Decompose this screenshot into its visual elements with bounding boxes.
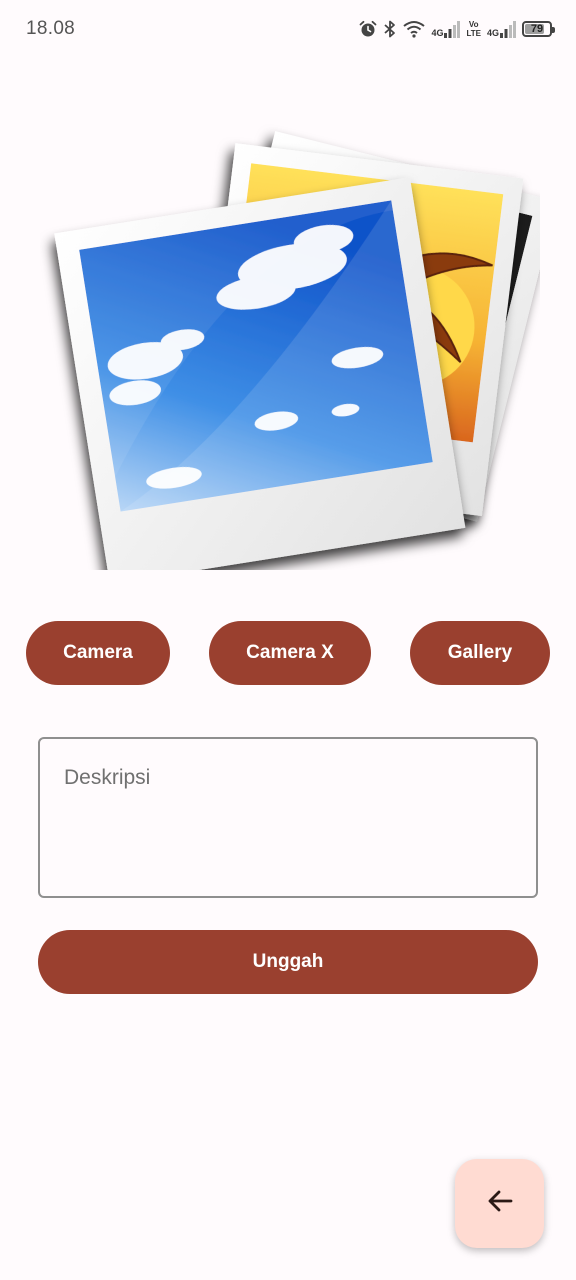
camera-x-button[interactable]: Camera X: [209, 621, 371, 685]
signal-icon: [500, 21, 516, 38]
photo-stack-image: [54, 131, 557, 585]
wifi-icon: [403, 20, 426, 38]
signal-group-1: 4G: [431, 20, 461, 38]
signal-icon: [444, 21, 461, 38]
status-icons: 4G Vo LTE 4G 79: [359, 16, 555, 42]
image-preview: [40, 120, 557, 585]
battery-icon: 79: [522, 21, 555, 37]
description-placeholder: Deskripsi: [64, 766, 151, 789]
back-fab[interactable]: [455, 1159, 544, 1248]
status-bar: 18.08 4G Vo LTE 4G 79: [0, 0, 576, 58]
battery-level: 79: [530, 23, 544, 35]
gallery-button[interactable]: Gallery: [410, 621, 550, 685]
network-type-label: 4G: [431, 28, 444, 38]
arrow-back-icon: [485, 1186, 515, 1221]
bluetooth-icon: [383, 20, 397, 38]
alarm-icon: [359, 20, 377, 38]
description-field[interactable]: Deskripsi: [38, 737, 538, 898]
upload-button[interactable]: Unggah: [38, 930, 538, 994]
volte-label: Vo LTE: [466, 20, 481, 38]
network-type-label: 4G: [486, 28, 499, 38]
camera-button[interactable]: Camera: [26, 621, 170, 685]
signal-group-2: 4G: [487, 20, 516, 38]
status-time: 18.08: [26, 18, 76, 39]
